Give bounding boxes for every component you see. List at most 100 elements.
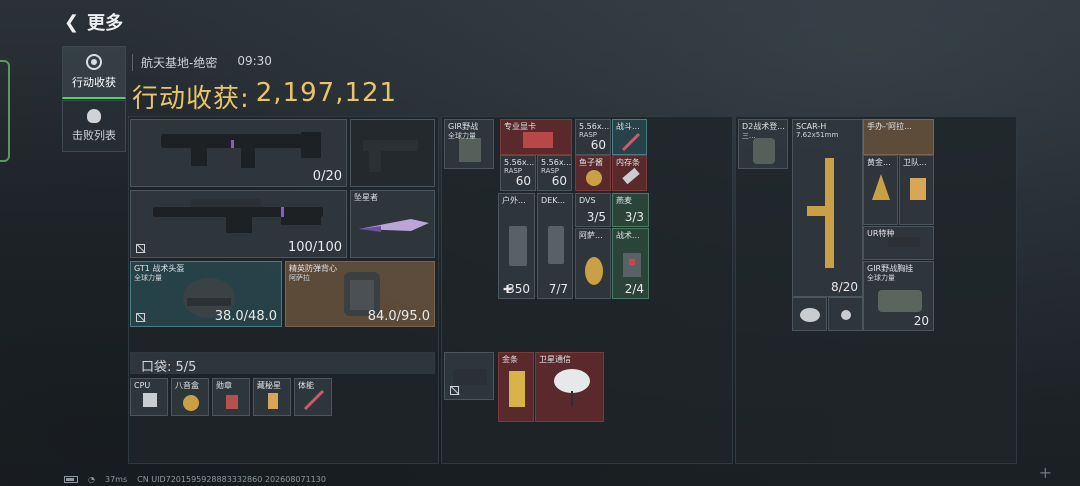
backpack-item[interactable]: UR特种 [863, 226, 934, 260]
rig-item-name: 阿萨... [579, 231, 603, 240]
skull-icon [87, 109, 101, 123]
rig-item-name: 5.56x... [504, 158, 535, 167]
backpack-item-name: GIR野战胸挂 [867, 264, 914, 273]
no-drop-icon [136, 244, 145, 253]
title-label: 行动收获: [132, 84, 250, 114]
backpack-item[interactable] [792, 297, 827, 331]
raid-info: 航天基地-绝密 09:30 [132, 54, 272, 71]
armor-durability: 84.0/95.0 [367, 309, 430, 324]
pocket-item[interactable]: CPU [130, 378, 168, 416]
pocket-item-name: 勋章 [216, 381, 232, 390]
case-item[interactable]: 金条 [498, 352, 534, 422]
backpack-item[interactable] [828, 297, 863, 331]
rig-item[interactable]: 专业显卡 [500, 119, 572, 155]
armor-name: 精英防弹背心 [289, 264, 337, 273]
primary-ammo: 0/20 [312, 169, 342, 184]
tab-raid-loot[interactable]: 行动收获 [62, 46, 126, 99]
melee-slot[interactable]: 坠星者 [350, 190, 435, 258]
backpack-item-count: 20 [913, 314, 929, 328]
pistol-slot[interactable] [350, 119, 435, 187]
pocket-item-name: CPU [134, 381, 151, 390]
primary-weapon-slot[interactable]: 0/20 [130, 119, 347, 187]
melee-name: 坠星者 [354, 193, 378, 202]
pocket-item[interactable]: 勋章 [212, 378, 250, 416]
rig-item-name: 内存条 [616, 158, 640, 167]
no-drop-icon [136, 313, 145, 322]
rig-item-name: 战术... [616, 231, 640, 240]
map-name: 航天基地-绝密 [141, 56, 218, 70]
plus-icon: ✚ [503, 283, 513, 296]
pocket-header: 口袋: 5/5 [130, 352, 435, 375]
rig-item-name: 5.56x... [579, 122, 610, 131]
backpack-item-sub: 7.62x51mm [796, 131, 839, 139]
rig-item[interactable]: 内存条 [612, 155, 647, 191]
secondary-weapon-slot[interactable]: 100/100 [130, 190, 347, 258]
gold-rifle-icon [807, 158, 834, 268]
back-button[interactable]: ❮ 更多 [64, 9, 123, 35]
rig-item[interactable]: 战术... 2/4 [612, 228, 649, 299]
rig-item-count: 7/7 [548, 282, 568, 296]
backpack-slot[interactable]: D2战术登... 三... [738, 119, 788, 169]
ping: 37ms [104, 475, 128, 484]
rig-item[interactable]: 阿萨... [575, 228, 611, 299]
rig-item-name: 燕麦 [616, 196, 632, 205]
rig-item[interactable]: 燕麦 3/3 [612, 193, 649, 227]
rig-item[interactable]: DEK... 7/7 [537, 193, 573, 299]
backpack-item[interactable]: GIR野战胸挂 全球力量 20 [863, 261, 934, 331]
backpack-item-name: 卫队... [903, 158, 927, 167]
rig-item-count: 3/3 [624, 210, 644, 224]
tab-kill-list[interactable]: 击败列表 [62, 100, 126, 152]
tab-kill-list-label: 击败列表 [72, 129, 116, 142]
rig-item-name: 专业显卡 [504, 122, 536, 131]
pocket-item[interactable]: 藏秘星 [253, 378, 291, 416]
armor-slot[interactable]: 精英防弹背心 阿萨拉 84.0/95.0 [285, 261, 435, 327]
armor-sub: 阿萨拉 [289, 274, 310, 282]
pocket-item[interactable]: 体能 [294, 378, 332, 416]
status-bar: ◔ 37ms CN UID7201595928883332860 2026080… [64, 475, 326, 484]
backpack-item-name: 手办-'阿拉... [867, 122, 912, 131]
backpack-item[interactable]: 卫队... [899, 155, 934, 225]
case-item[interactable]: 卫星通信 [535, 352, 604, 422]
backpack-item-name: SCAR-H [796, 122, 827, 131]
rig-item-name: 5.56x... [541, 158, 572, 167]
wifi-icon: ◔ [88, 475, 95, 484]
backpack-item-name: 黄金... [867, 158, 891, 167]
pocket-item-name: 体能 [298, 381, 314, 390]
pocket-item-name: 八音盒 [175, 381, 199, 390]
rig-item-name: DEK... [541, 196, 566, 205]
backpack-item[interactable]: 手办-'阿拉... [863, 119, 934, 155]
rig-item-count: 2/4 [624, 282, 644, 296]
pocket-item[interactable]: 八音盒 [171, 378, 209, 416]
backpack-item-count: 8/20 [831, 280, 858, 294]
target-icon [86, 54, 102, 70]
backpack-item[interactable]: 黄金... [863, 155, 898, 225]
chest-rig-slot[interactable]: GIR野战 全球力量 [444, 119, 494, 169]
rig-item[interactable]: 5.56x... RASP 60 [575, 119, 611, 155]
chevron-left-icon: ❮ [64, 11, 80, 33]
rig-item-count: 60 [590, 138, 606, 152]
pocket-label: 口袋: 5/5 [141, 360, 197, 375]
rig-item[interactable]: 战斗... [612, 119, 647, 155]
rig-item[interactable]: 鱼子酱 [575, 155, 611, 191]
backpack-name: D2战术登... [742, 122, 785, 131]
battery-icon [64, 476, 78, 483]
rig-item[interactable]: 5.56x... RASP 60 [537, 155, 572, 191]
side-drawer-handle[interactable] [0, 60, 10, 162]
uid: CN UID7201595928883332860 202608071130 [137, 475, 326, 484]
rig-item[interactable]: 户外... 350 ✚ [498, 193, 535, 299]
helmet-slot[interactable]: GT1 战术头盔 全球力量 38.0/48.0 [130, 261, 282, 327]
helmet-name: GT1 战术头盔 [134, 264, 185, 273]
tab-raid-loot-label: 行动收获 [72, 76, 116, 89]
rig-item-count: 3/5 [586, 210, 606, 224]
rig-item-name: 鱼子酱 [579, 158, 603, 167]
helmet-sub: 全球力量 [134, 274, 162, 282]
total-value: 2,197,121 [255, 78, 398, 108]
case-item-name: 卫星通信 [539, 355, 571, 364]
case-item-name: 金条 [502, 355, 518, 364]
secondary-ammo: 100/100 [287, 240, 342, 255]
backpack-item[interactable]: SCAR-H 7.62x51mm 8/20 [792, 119, 863, 297]
rig-item[interactable]: DVS 3/5 [575, 193, 611, 227]
safe-box-slot[interactable] [444, 352, 494, 400]
rig-item-count: 60 [551, 174, 567, 188]
rig-item[interactable]: 5.56x... RASP 60 [500, 155, 536, 191]
